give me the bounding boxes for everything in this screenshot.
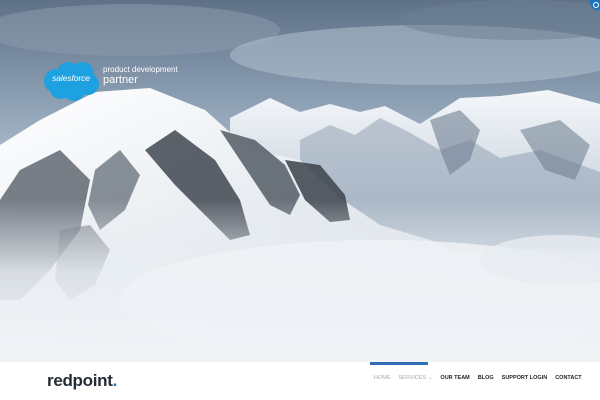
salesforce-cloud-logo: salesforce bbox=[42, 60, 100, 102]
nav-item-services[interactable]: SERVICES ⌄ bbox=[399, 375, 433, 381]
nav-item-home[interactable]: HOME bbox=[374, 375, 391, 381]
hero-banner: salesforce product development partner bbox=[0, 0, 600, 362]
nav-item-our-team[interactable]: OUR TEAM bbox=[440, 375, 469, 381]
primary-menu: HOME SERVICES ⌄ OUR TEAM BLOG SUPPORT LOG… bbox=[374, 375, 582, 381]
badge-title: partner bbox=[103, 74, 138, 86]
nav-item-contact[interactable]: CONTACT bbox=[555, 375, 581, 381]
chevron-down-icon: ⌄ bbox=[428, 375, 433, 381]
badge-subtitle: product development bbox=[103, 65, 178, 74]
site-logo[interactable]: redpoint. bbox=[47, 371, 117, 391]
active-nav-indicator bbox=[370, 362, 428, 365]
logo-text: redpoint bbox=[47, 371, 113, 390]
salesforce-logo-text: salesforce bbox=[52, 73, 90, 83]
salesforce-partner-badge: salesforce product development partner bbox=[42, 60, 182, 102]
nav-item-blog[interactable]: BLOG bbox=[478, 375, 494, 381]
main-navbar: redpoint. HOME SERVICES ⌄ OUR TEAM BLOG S… bbox=[0, 362, 600, 400]
nav-item-services-label: SERVICES bbox=[398, 375, 427, 381]
logo-dot: . bbox=[112, 371, 118, 390]
mountain-landscape-image bbox=[0, 0, 600, 362]
nav-item-support-login[interactable]: SUPPORT LOGIN bbox=[502, 375, 548, 381]
